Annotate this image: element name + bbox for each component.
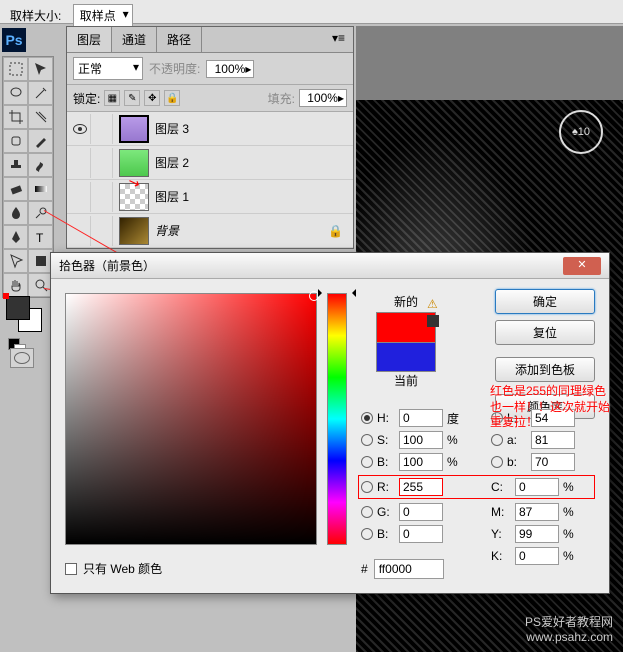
web-only-checkbox[interactable]	[65, 563, 77, 575]
type-tool[interactable]: T	[28, 225, 53, 249]
layer-list: 图层 3 图层 2 图层 1 背景 🔒	[67, 112, 353, 248]
crop-tool[interactable]	[3, 105, 28, 129]
stamp-tool[interactable]	[3, 153, 28, 177]
radio-bb[interactable]	[361, 528, 373, 540]
l-input[interactable]	[531, 409, 575, 427]
color-swatches	[6, 296, 46, 336]
layer-row[interactable]: 背景 🔒	[67, 214, 353, 248]
radio-r[interactable]	[361, 481, 373, 493]
gradient-tool[interactable]	[28, 177, 53, 201]
color-fields: H:度 L: S:% a: B:% b: R: C:% G:	[361, 409, 595, 569]
g-input[interactable]	[399, 503, 443, 521]
hex-input[interactable]	[374, 559, 444, 579]
layer-thumbnail[interactable]	[119, 217, 149, 245]
slice-tool[interactable]	[28, 105, 53, 129]
brush-tool[interactable]	[28, 129, 53, 153]
fill-label: 填充:	[268, 90, 295, 107]
card-corner: ♠10	[559, 110, 603, 154]
blur-tool[interactable]	[3, 201, 28, 225]
dialog-titlebar[interactable]: 拾色器（前景色） ✕	[51, 253, 609, 279]
layer-row[interactable]: 图层 1	[67, 180, 353, 214]
visibility-icon[interactable]	[73, 124, 87, 134]
radio-l[interactable]	[491, 412, 503, 424]
layer-thumbnail[interactable]	[119, 183, 149, 211]
layer-row[interactable]: 图层 3	[67, 112, 353, 146]
layer-name[interactable]: 图层 1	[155, 188, 351, 205]
lock-transparent-icon[interactable]: ▦	[104, 90, 120, 106]
tab-channels[interactable]: 通道	[112, 27, 157, 52]
c-input[interactable]	[515, 478, 559, 496]
hue-pointer	[322, 289, 352, 297]
eraser-tool[interactable]	[3, 177, 28, 201]
m-input[interactable]	[515, 503, 559, 521]
sample-size-dropdown[interactable]: 取样点	[73, 4, 133, 27]
opacity-label: 不透明度:	[149, 60, 200, 77]
marquee-tool[interactable]	[3, 57, 28, 81]
cancel-button[interactable]: 复位	[495, 320, 595, 345]
dialog-title: 拾色器（前景色）	[59, 257, 155, 274]
layer-name[interactable]: 背景	[155, 222, 328, 239]
lock-pixels-icon[interactable]: ✎	[124, 90, 140, 106]
h-input[interactable]	[399, 409, 443, 427]
layer-name[interactable]: 图层 2	[155, 154, 351, 171]
pen-tool[interactable]	[3, 225, 28, 249]
r-input[interactable]	[399, 478, 443, 496]
layer-row[interactable]: 图层 2	[67, 146, 353, 180]
sample-size-label: 取样大小:	[10, 9, 61, 23]
history-brush-tool[interactable]	[28, 153, 53, 177]
bb-input[interactable]	[399, 525, 443, 543]
gamut-warning-icon[interactable]: ⚠	[427, 297, 438, 311]
lock-icon: 🔒	[328, 224, 343, 238]
heal-tool[interactable]	[3, 129, 28, 153]
gamut-target-swatch[interactable]	[427, 315, 439, 327]
panel-menu-icon[interactable]: ▾≡	[324, 27, 353, 52]
options-bar: 取样大小: 取样点	[0, 0, 623, 24]
tab-layers[interactable]: 图层	[67, 27, 112, 52]
move-tool[interactable]	[28, 57, 53, 81]
tab-paths[interactable]: 路径	[157, 27, 202, 52]
watermark: PS爱好者教程网 www.psahz.com	[525, 615, 613, 646]
bv-input[interactable]	[399, 453, 443, 471]
layer-name[interactable]: 图层 3	[155, 120, 351, 137]
wand-tool[interactable]	[28, 81, 53, 105]
lasso-tool[interactable]	[3, 81, 28, 105]
current-color-label: 当前	[361, 372, 451, 389]
color-picker-dialog: 拾色器（前景色） ✕ 新的 当前 ⚠ 确定 复位 添加到色板 颜色库 H:度	[50, 252, 610, 594]
radio-a[interactable]	[491, 434, 503, 446]
lock-all-icon[interactable]: 🔒	[164, 90, 180, 106]
web-only-label: 只有 Web 颜色	[83, 560, 162, 577]
radio-b[interactable]	[491, 456, 503, 468]
path-select-tool[interactable]	[3, 249, 28, 273]
s-input[interactable]	[399, 431, 443, 449]
quick-mask-toggle[interactable]	[10, 348, 34, 368]
b-input[interactable]	[531, 453, 575, 471]
toolbox: T	[2, 56, 54, 298]
svg-text:T: T	[36, 231, 44, 245]
close-icon[interactable]: ✕	[563, 257, 601, 275]
a-input[interactable]	[531, 431, 575, 449]
blend-mode-dropdown[interactable]: 正常	[73, 57, 143, 80]
lock-position-icon[interactable]: ✥	[144, 90, 160, 106]
fill-field[interactable]: 100%▸	[299, 89, 347, 107]
saturation-value-field[interactable]	[65, 293, 317, 545]
app-icon: Ps	[2, 28, 26, 52]
lock-label: 锁定:	[73, 90, 100, 107]
layer-thumbnail[interactable]	[119, 115, 149, 143]
foreground-color-swatch[interactable]	[6, 296, 30, 320]
radio-bv[interactable]	[361, 456, 373, 468]
radio-s[interactable]	[361, 434, 373, 446]
opacity-field[interactable]: 100%▸	[206, 60, 254, 78]
ok-button[interactable]: 确定	[495, 289, 595, 314]
hue-slider[interactable]	[327, 293, 347, 545]
radio-h[interactable]	[361, 412, 373, 424]
add-swatch-button[interactable]: 添加到色板	[495, 357, 595, 382]
k-input[interactable]	[515, 547, 559, 565]
layers-panel: 图层 通道 路径 ▾≡ 正常 不透明度: 100%▸ 锁定: ▦ ✎ ✥ 🔒 填…	[66, 26, 354, 249]
radio-g[interactable]	[361, 506, 373, 518]
layer-thumbnail[interactable]	[119, 149, 149, 177]
current-color-swatch[interactable]	[376, 342, 436, 372]
hex-label: #	[361, 562, 368, 576]
y-input[interactable]	[515, 525, 559, 543]
